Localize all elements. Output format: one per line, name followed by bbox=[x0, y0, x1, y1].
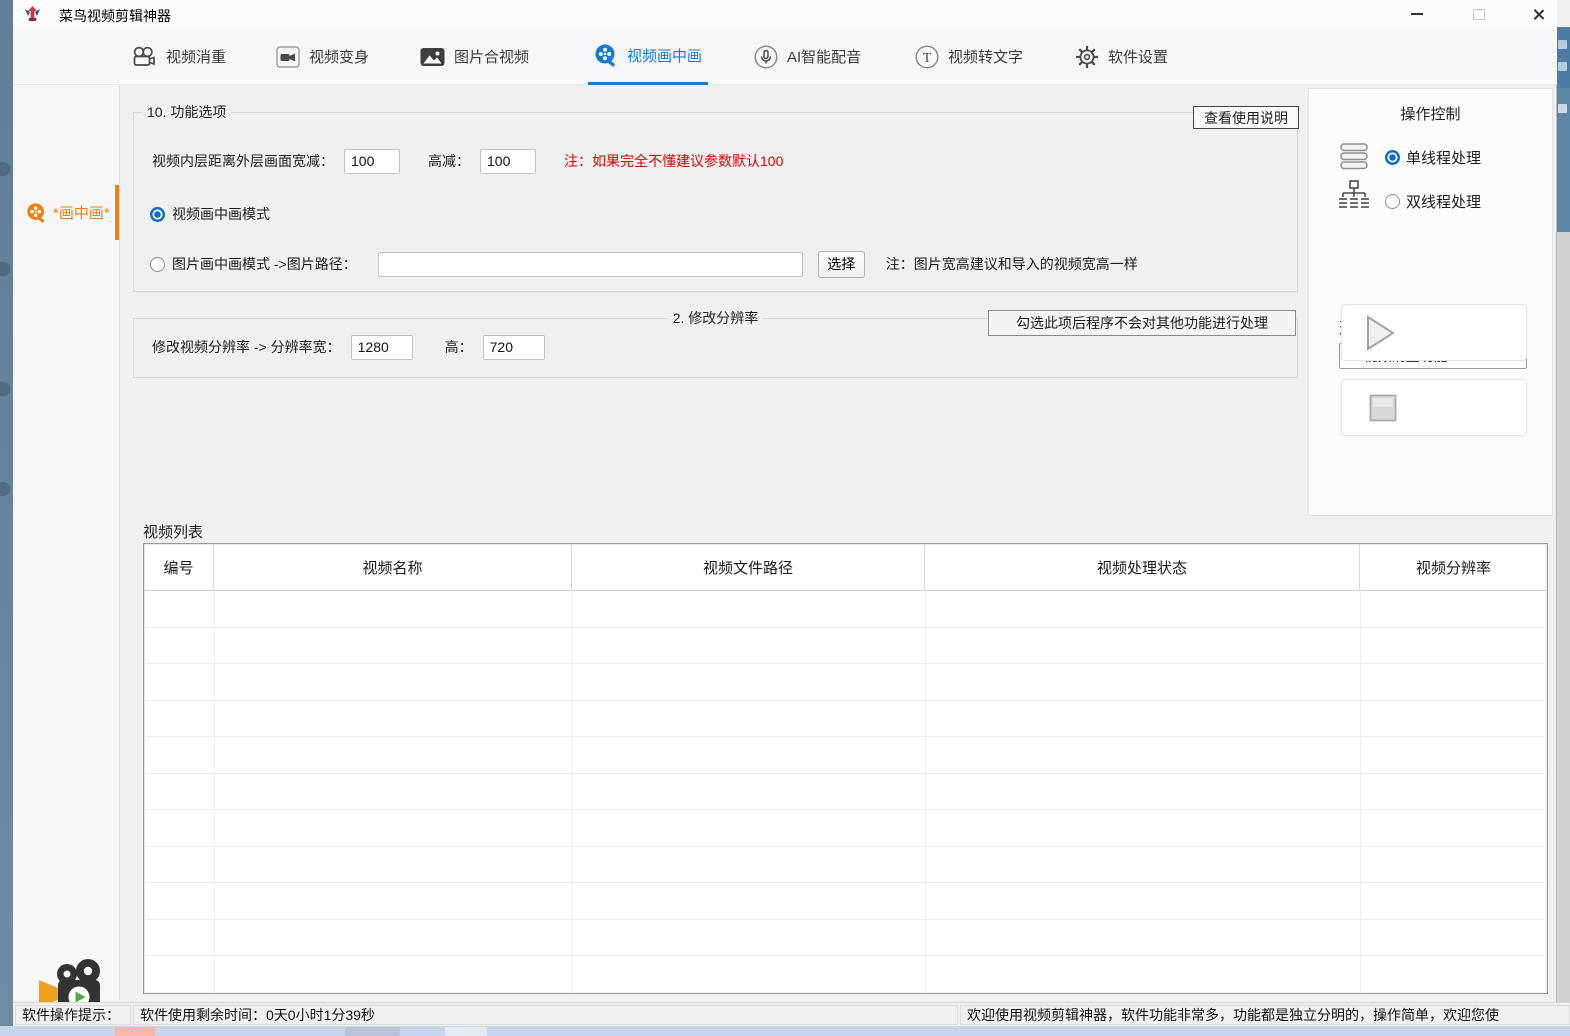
table-row bbox=[144, 956, 1547, 993]
height-reduce-label: 高减： bbox=[428, 151, 470, 171]
table-row bbox=[144, 920, 1547, 957]
choose-image-button[interactable]: 选择 bbox=[818, 251, 865, 278]
video-list-label: 视频列表 bbox=[143, 521, 203, 542]
table-row bbox=[144, 664, 1547, 701]
tab-video-transform[interactable]: 视频变身 bbox=[270, 28, 375, 85]
tab-video-dedup[interactable]: 视频消重 bbox=[125, 28, 232, 85]
window-title: 菜鸟视频剪辑神器 bbox=[59, 6, 171, 26]
film-reel-icon bbox=[594, 43, 618, 67]
video-list-table[interactable]: 编号 视频名称 视频文件路径 视频处理状态 视频分辨率 bbox=[143, 543, 1548, 994]
main-tabbar: 视频消重 视频变身 图片合视频 视频画中画 bbox=[13, 28, 1557, 85]
tab-label: 图片合视频 bbox=[454, 46, 529, 67]
minimize-icon bbox=[1411, 13, 1423, 15]
resolution-width-input[interactable] bbox=[351, 335, 413, 360]
microphone-icon bbox=[754, 45, 778, 69]
video-pip-mode-label: 视频画中画模式 bbox=[172, 204, 270, 224]
table-row bbox=[144, 737, 1547, 774]
single-thread-radio[interactable]: 单线程处理 bbox=[1385, 147, 1481, 168]
view-instructions-button[interactable]: 查看使用说明 bbox=[1193, 106, 1299, 129]
radio-checked-icon bbox=[150, 207, 165, 222]
letter-t-icon: T bbox=[915, 45, 939, 69]
single-thread-label: 单线程处理 bbox=[1406, 147, 1481, 168]
table-row bbox=[144, 774, 1547, 811]
sidebar-item-label: *画中画* bbox=[53, 202, 110, 223]
image-icon bbox=[420, 47, 445, 67]
table-row bbox=[144, 701, 1547, 738]
single-thread-icon bbox=[1339, 141, 1369, 171]
stop-button[interactable] bbox=[1341, 379, 1527, 436]
play-icon bbox=[1366, 315, 1396, 351]
statusbar: 软件操作提示： 软件使用剩余时间：0天0小时1分39秒 欢迎使用视频剪辑神器，软… bbox=[13, 1002, 1570, 1026]
column-header[interactable]: 视频分辨率 bbox=[1360, 544, 1547, 590]
skip-other-functions-option[interactable]: 勾选此项后程序不会对其他功能进行处理 bbox=[988, 310, 1296, 336]
movie-camera-icon bbox=[131, 46, 157, 68]
maximize-button[interactable] bbox=[1457, 0, 1501, 28]
tab-label: 视频转文字 bbox=[948, 46, 1023, 67]
radio-checked-icon bbox=[1385, 150, 1400, 165]
tab-ai-voice[interactable]: AI智能配音 bbox=[748, 28, 867, 85]
width-reduce-input[interactable] bbox=[344, 149, 400, 174]
stop-icon bbox=[1369, 394, 1397, 422]
radio-unchecked-icon bbox=[1385, 194, 1400, 209]
tab-video-pip[interactable]: 视频画中画 bbox=[588, 28, 708, 85]
column-header[interactable]: 视频名称 bbox=[214, 544, 572, 590]
table-row bbox=[144, 847, 1547, 884]
desktop-background-left bbox=[0, 0, 13, 1036]
close-icon bbox=[1532, 8, 1545, 21]
table-header: 编号 视频名称 视频文件路径 视频处理状态 视频分辨率 bbox=[144, 544, 1547, 591]
tab-label: AI智能配音 bbox=[787, 46, 861, 67]
tab-label: 软件设置 bbox=[1108, 46, 1168, 67]
sidebar-item-pip[interactable]: *画中画* bbox=[13, 185, 120, 240]
tab-image-to-video[interactable]: 图片合视频 bbox=[414, 28, 535, 85]
gear-icon bbox=[1075, 45, 1099, 69]
status-welcome-text: 欢迎使用视频剪辑神器，软件功能非常多，功能都是独立分明的，操作简单，欢迎您使 bbox=[960, 1005, 1570, 1025]
tab-label: 视频消重 bbox=[166, 46, 226, 67]
desktop-background-right bbox=[1557, 0, 1570, 1002]
dual-thread-icon bbox=[1337, 179, 1371, 213]
group-legend: 2. 修改分辨率 bbox=[668, 310, 764, 327]
status-tip-label: 软件操作提示： bbox=[15, 1005, 131, 1025]
film-reel-icon bbox=[26, 202, 47, 223]
close-button[interactable] bbox=[1516, 0, 1560, 28]
column-header[interactable]: 编号 bbox=[144, 544, 214, 590]
svg-text:T: T bbox=[923, 51, 932, 66]
video-table-body bbox=[144, 591, 1547, 993]
panel-title: 操作控制 bbox=[1309, 103, 1552, 124]
column-header[interactable]: 视频处理状态 bbox=[925, 544, 1360, 590]
operation-control-panel: 操作控制 单线程处理 双线程处理 选择执行功能↓ 1. 视频消重功能 bbox=[1308, 88, 1553, 516]
dual-thread-radio[interactable]: 双线程处理 bbox=[1385, 191, 1481, 212]
column-header[interactable]: 视频文件路径 bbox=[572, 544, 925, 590]
image-size-note: 注：图片宽高建议和导入的视频宽高一样 bbox=[886, 254, 1138, 274]
app-logo-icon bbox=[24, 5, 41, 23]
dual-thread-label: 双线程处理 bbox=[1406, 191, 1481, 212]
videocam-icon bbox=[276, 46, 300, 68]
video-pip-mode-radio[interactable]: 视频画中画模式 bbox=[150, 204, 270, 224]
image-path-input[interactable] bbox=[378, 252, 803, 277]
table-row bbox=[144, 883, 1547, 920]
minimize-button[interactable] bbox=[1395, 0, 1439, 28]
status-remaining-time: 软件使用剩余时间：0天0小时1分39秒 bbox=[133, 1005, 958, 1025]
start-button[interactable] bbox=[1341, 304, 1527, 361]
image-pip-mode-radio[interactable] bbox=[150, 257, 165, 272]
tab-video-to-text[interactable]: T 视频转文字 bbox=[909, 28, 1029, 85]
taskbar-sliver bbox=[0, 1026, 1570, 1036]
image-pip-mode-label: 图片画中画模式 ->图片路径： bbox=[172, 254, 357, 274]
active-item-indicator bbox=[115, 185, 119, 240]
table-row bbox=[144, 810, 1547, 847]
maximize-icon bbox=[1473, 9, 1485, 20]
tab-settings[interactable]: 软件设置 bbox=[1069, 28, 1174, 85]
table-row bbox=[144, 591, 1547, 628]
table-row bbox=[144, 628, 1547, 665]
resolution-label: 修改视频分辨率 -> 分辨率宽： bbox=[152, 337, 341, 357]
resolution-height-label: 高： bbox=[445, 337, 473, 357]
height-reduce-input[interactable] bbox=[480, 149, 536, 174]
resolution-height-input[interactable] bbox=[483, 335, 545, 360]
group-legend: 10. 功能选项 bbox=[142, 104, 231, 121]
default-note: 注：如果完全不懂建议参数默认100 bbox=[564, 151, 783, 171]
tab-label: 视频变身 bbox=[309, 46, 369, 67]
titlebar: 菜鸟视频剪辑神器 bbox=[13, 0, 1557, 28]
inner-width-label: 视频内层距离外层画面宽减： bbox=[152, 151, 334, 171]
sidebar: *画中画* 视频剪辑神器 bbox=[13, 85, 120, 1000]
tab-label: 视频画中画 bbox=[627, 45, 702, 66]
